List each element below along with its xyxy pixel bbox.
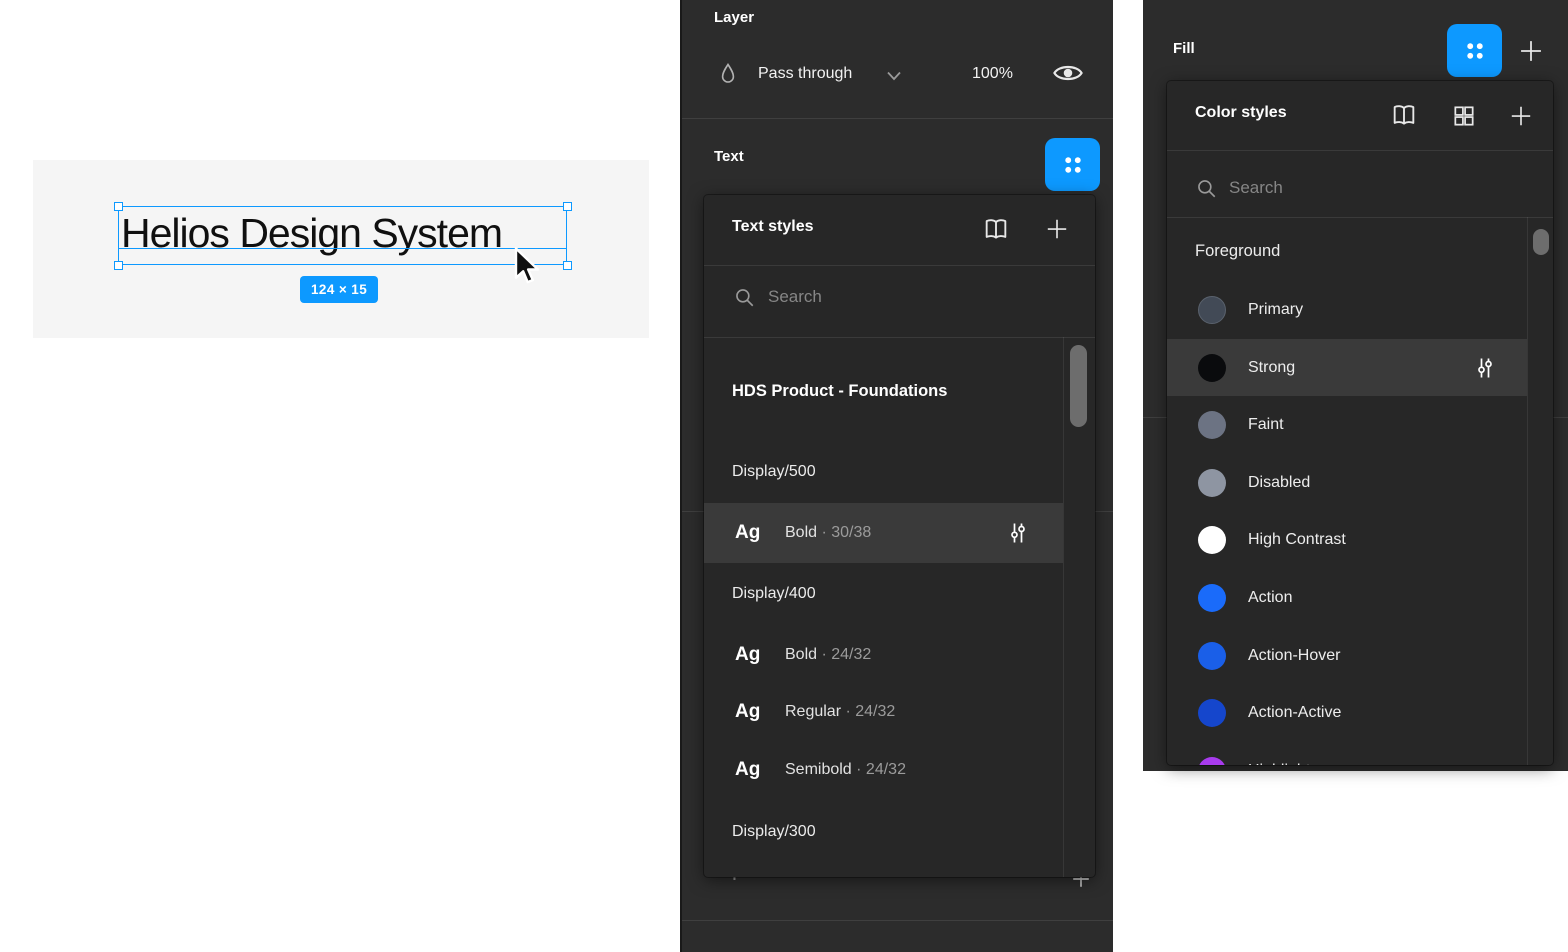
style-name: Bold bbox=[785, 646, 817, 663]
search-icon bbox=[733, 286, 756, 309]
color-style-name: High Contrast bbox=[1248, 531, 1346, 549]
color-swatch bbox=[1198, 296, 1226, 324]
style-name: Regular bbox=[785, 703, 841, 720]
style-sample: Ag bbox=[735, 701, 760, 723]
text-style-row-display400-regular[interactable]: Ag Regular · 24/32 bbox=[704, 683, 1063, 740]
grid-view-icon[interactable] bbox=[1451, 103, 1477, 129]
color-swatch bbox=[1198, 699, 1226, 727]
color-swatch bbox=[1198, 642, 1226, 670]
color-group-label: Foreground bbox=[1195, 242, 1280, 261]
text-style-row-display500-bold[interactable]: Ag Bold · 30/38 bbox=[704, 503, 1063, 563]
color-swatch bbox=[1198, 469, 1226, 497]
color-style-row-faint[interactable]: Faint bbox=[1167, 396, 1527, 453]
add-text-style-plus-icon[interactable] bbox=[1044, 216, 1070, 242]
color-style-row-strong[interactable]: Strong bbox=[1167, 339, 1527, 396]
text-styles-popup-title: Text styles bbox=[732, 218, 814, 236]
text-style-row-display400-semibold[interactable]: Ag Semibold · 24/32 bbox=[704, 741, 1063, 798]
color-swatch bbox=[1198, 757, 1226, 766]
style-name: Bold · 30/38 bbox=[785, 524, 871, 542]
color-swatch bbox=[1198, 354, 1226, 382]
canvas[interactable]: Helios Design System 124 × 15 bbox=[33, 160, 649, 338]
scrollbar-thumb[interactable] bbox=[1070, 345, 1087, 427]
color-style-name: Primary bbox=[1248, 301, 1303, 319]
four-dots-icon bbox=[1060, 152, 1086, 178]
color-style-row-action-hover[interactable]: Action-Hover bbox=[1167, 627, 1527, 684]
layer-section-title: Layer bbox=[714, 9, 754, 26]
fill-section-title: Fill bbox=[1173, 40, 1195, 57]
color-style-row-highlight[interactable]: Highlight bbox=[1167, 742, 1527, 765]
color-swatch bbox=[1198, 584, 1226, 612]
library-heading: HDS Product - Foundations bbox=[732, 382, 947, 401]
style-meta: · 24/32 bbox=[845, 703, 895, 720]
color-style-name: Disabled bbox=[1248, 474, 1310, 492]
size-badge: 124 × 15 bbox=[300, 276, 378, 303]
style-sample: Ag bbox=[735, 644, 760, 666]
style-group-label: Display/300 bbox=[732, 823, 816, 841]
selection-handle-top-left[interactable] bbox=[114, 202, 123, 211]
selection-handle-bottom-right[interactable] bbox=[563, 261, 572, 270]
adjust-sliders-icon[interactable] bbox=[1006, 520, 1030, 546]
adjust-sliders-icon[interactable] bbox=[1473, 355, 1497, 381]
selection-handle-top-right[interactable] bbox=[563, 202, 572, 211]
opacity-value[interactable]: 100% bbox=[972, 65, 1013, 83]
color-style-row-action[interactable]: Action bbox=[1167, 569, 1527, 626]
search-placeholder: Search bbox=[768, 287, 822, 307]
style-meta: · 30/38 bbox=[821, 524, 871, 541]
color-style-row-primary[interactable]: Primary bbox=[1167, 281, 1527, 338]
selection-box[interactable] bbox=[118, 206, 567, 265]
color-swatch bbox=[1198, 411, 1226, 439]
color-styles-popup: Color styles Search Foreground Primary bbox=[1167, 81, 1553, 765]
color-style-row-action-active[interactable]: Action-Active bbox=[1167, 684, 1527, 741]
blend-mode-dropdown[interactable]: Pass through bbox=[758, 65, 852, 83]
selection-handle-bottom-left[interactable] bbox=[114, 261, 123, 270]
style-group-label: Display/500 bbox=[732, 463, 816, 481]
text-section-title: Text bbox=[714, 148, 744, 165]
color-style-name: Strong bbox=[1248, 359, 1295, 377]
scrollbar-thumb[interactable] bbox=[1533, 229, 1549, 255]
visibility-eye-icon[interactable] bbox=[1052, 62, 1084, 84]
add-fill-plus-icon[interactable] bbox=[1517, 37, 1545, 65]
four-dots-icon bbox=[1462, 38, 1488, 64]
color-swatch bbox=[1198, 526, 1226, 554]
library-book-icon[interactable] bbox=[981, 215, 1011, 243]
color-style-row-disabled[interactable]: Disabled bbox=[1167, 454, 1527, 511]
style-group-label: Display/400 bbox=[732, 585, 816, 603]
search-icon bbox=[1195, 177, 1218, 200]
chevron-down-icon[interactable] bbox=[886, 70, 902, 82]
color-style-name: Faint bbox=[1248, 416, 1284, 434]
mouse-cursor-icon bbox=[504, 244, 546, 290]
text-style-row-display400-bold[interactable]: Ag Bold · 24/32 bbox=[704, 626, 1063, 683]
color-style-row-high-contrast[interactable]: High Contrast bbox=[1167, 511, 1527, 568]
color-style-name: Action bbox=[1248, 589, 1292, 607]
add-color-style-plus-icon[interactable] bbox=[1508, 103, 1534, 129]
style-sample: Ag bbox=[735, 759, 760, 781]
search-placeholder: Search bbox=[1229, 178, 1283, 198]
color-style-name: Action-Active bbox=[1248, 704, 1341, 722]
color-style-name: Action-Hover bbox=[1248, 647, 1340, 665]
style-sample: Ag bbox=[735, 522, 760, 544]
color-styles-toggle-button[interactable] bbox=[1447, 24, 1502, 77]
color-style-name: Highlight bbox=[1248, 762, 1310, 766]
text-styles-toggle-button[interactable] bbox=[1045, 138, 1100, 191]
library-book-icon[interactable] bbox=[1389, 101, 1419, 129]
style-meta: · 24/32 bbox=[856, 761, 906, 778]
style-meta: · 24/32 bbox=[821, 646, 871, 663]
color-styles-popup-title: Color styles bbox=[1195, 104, 1287, 122]
text-styles-popup: Text styles Search HDS Product - Foundat… bbox=[704, 195, 1095, 877]
blend-droplet-icon bbox=[718, 62, 738, 88]
style-name: Semibold bbox=[785, 761, 852, 778]
